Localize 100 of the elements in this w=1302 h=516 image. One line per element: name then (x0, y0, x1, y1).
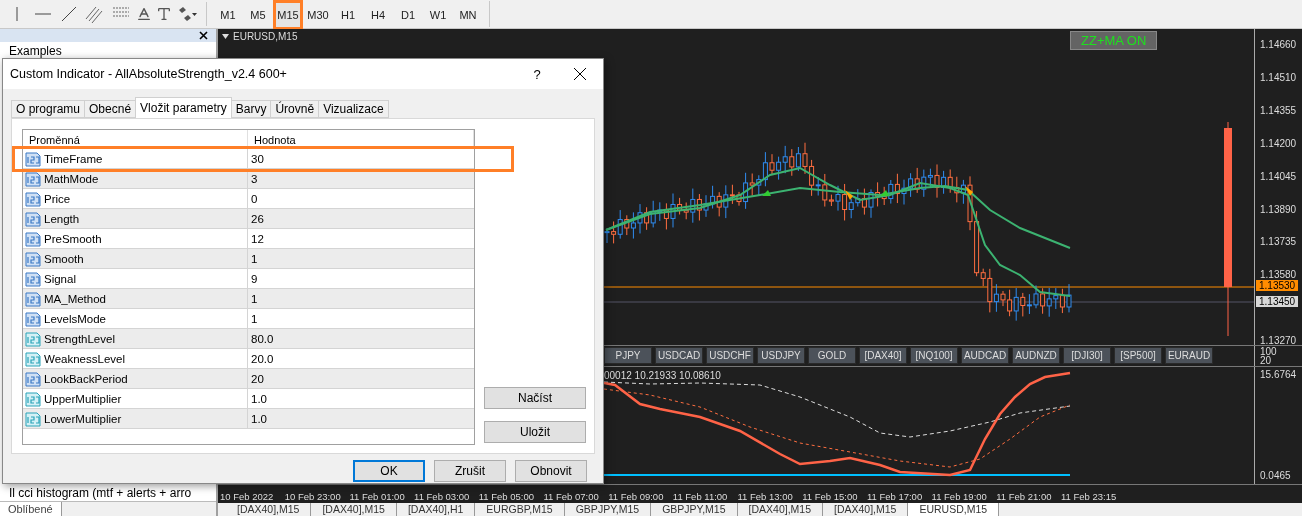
fraction-icon (25, 330, 41, 347)
chart-title: EURUSD,M15 (233, 31, 298, 42)
table-cell[interactable]: 1 (248, 289, 474, 308)
chart-tab[interactable]: GBPJPY,M15 (651, 503, 738, 516)
symbol-button[interactable]: [DJI30] (1063, 347, 1111, 364)
symbol-button[interactable]: USDJPY (757, 347, 805, 364)
indicator-tick: 15.6764 (1260, 369, 1297, 380)
chart-tab[interactable]: EURGBP,M15 (475, 503, 565, 516)
table-row[interactable]: TimeFrame 30 (23, 149, 474, 169)
table-cell[interactable]: 1.0 (248, 409, 474, 428)
table-row[interactable]: LevelsMode 1 (23, 309, 474, 329)
symbol-button[interactable]: [NQ100] (910, 347, 958, 364)
table-row[interactable]: Price 0 (23, 189, 474, 209)
integer-icon (25, 170, 41, 187)
navigator-tab[interactable]: Oblíbené (0, 502, 62, 516)
timeframe-button[interactable]: M5 (243, 0, 273, 30)
dialog-tab[interactable]: Vizualizace (318, 100, 389, 118)
integer-icon (25, 230, 41, 247)
integer-icon (25, 190, 41, 207)
chart-tab[interactable]: [DAX40],M15 (226, 503, 312, 516)
symbol-button[interactable]: USDCAD (655, 347, 703, 364)
dialog-tab[interactable]: Vložit parametry (135, 97, 232, 118)
indicator-tick: 0.0465 (1260, 470, 1291, 481)
timeframe-button[interactable]: H1 (333, 0, 363, 30)
status-badge: ZZ+MA ON (1070, 31, 1158, 50)
integer-icon (25, 250, 41, 267)
time-tick: 11 Feb 11:00 (672, 491, 729, 502)
table-cell[interactable]: 3 (248, 169, 474, 188)
timeframe-button[interactable]: D1 (393, 0, 423, 30)
symbol-button[interactable]: USDCHF (706, 347, 754, 364)
dialog-button[interactable]: Uložit (484, 421, 586, 443)
symbol-button[interactable]: [DAX40] (859, 347, 907, 364)
navigator-item[interactable]: Il cci histogram (mtf + alerts + arro (0, 484, 216, 501)
symbol-button[interactable]: [SP500] (1114, 347, 1162, 364)
timeframe-button[interactable]: W1 (423, 0, 453, 30)
dropdown-icon[interactable] (222, 34, 229, 39)
symbol-button[interactable]: AUDNZD (1012, 347, 1060, 364)
table-row[interactable]: PreSmooth 12 (23, 229, 474, 249)
table-row[interactable]: WeaknessLevel 20.0 (23, 349, 474, 369)
time-tick: 11 Feb 07:00 (543, 491, 600, 502)
arrow-icon (762, 190, 771, 196)
time-tick: 11 Feb 13:00 (737, 491, 794, 502)
table-cell[interactable]: 12 (248, 229, 474, 248)
time-tick: 11 Feb 17:00 (866, 491, 924, 502)
chart-tab[interactable]: GBPJPY,M15 (564, 503, 652, 516)
dialog-button[interactable]: OK (353, 460, 425, 482)
dialog-button[interactable]: Načíst (484, 387, 586, 409)
time-tick: 11 Feb 01:00 (349, 491, 406, 502)
dialog-button[interactable]: Zrušit (434, 460, 506, 482)
table-cell[interactable]: 1 (248, 309, 474, 328)
table-cell[interactable]: 20.0 (248, 349, 474, 368)
table-row[interactable]: StrengthLevel 80.0 (23, 329, 474, 349)
help-button[interactable]: ? (517, 59, 557, 89)
text-icon[interactable] (136, 6, 152, 22)
time-tick: 10 Feb 2022 (220, 491, 275, 502)
table-cell[interactable]: 20 (248, 369, 474, 388)
table-cell[interactable]: 9 (248, 269, 474, 288)
chart-tab[interactable]: EURUSD,M15 (908, 503, 1000, 516)
label-icon[interactable] (156, 6, 172, 22)
timeframe-button[interactable]: M1 (213, 0, 243, 30)
table-cell[interactable]: 1 (248, 249, 474, 268)
table-row[interactable]: Length 26 (23, 209, 474, 229)
symbol-button[interactable]: PJPY (604, 347, 652, 364)
table-row[interactable]: LookBackPeriod 20 (23, 369, 474, 389)
chart-tab[interactable]: [DAX40],M15 (311, 503, 397, 516)
symbol-button[interactable]: GOLD (808, 347, 856, 364)
time-tick: 11 Feb 09:00 (608, 491, 665, 502)
table-row[interactable]: MA_Method 1 (23, 289, 474, 309)
table-row[interactable]: Smooth 1 (23, 249, 474, 269)
timeframe-button[interactable]: H4 (363, 0, 393, 30)
chart-tab[interactable]: [DAX40],M15 (737, 503, 823, 516)
table-cell[interactable]: 1.0 (248, 389, 474, 408)
dialog-tab[interactable]: Úrovně (270, 100, 320, 118)
price-tick: 1.13580 (1260, 269, 1297, 281)
timeframe-button[interactable]: M30 (303, 0, 333, 30)
timeframe-button[interactable]: M15 (273, 0, 303, 30)
time-tick: 11 Feb 21:00 (996, 491, 1053, 502)
table-row[interactable]: UpperMultiplier 1.0 (23, 389, 474, 409)
timeframe-button[interactable]: MN (453, 0, 483, 30)
parameter-name: StrengthLevel (44, 332, 115, 345)
dialog-tab[interactable]: Obecné (84, 100, 137, 118)
dialog-tab[interactable]: O programu (11, 100, 86, 118)
parameter-name: WeaknessLevel (44, 352, 125, 365)
table-cell[interactable]: 0 (248, 189, 474, 208)
table-cell[interactable]: 26 (248, 209, 474, 228)
symbol-button[interactable]: EURAUD (1165, 347, 1213, 364)
dialog-tab[interactable]: Barvy (230, 100, 272, 118)
table-row[interactable]: Signal 9 (23, 269, 474, 289)
fraction-icon (25, 390, 41, 407)
price-tag: 1.13530 (1256, 280, 1299, 291)
indicator-values: 00012 10.21933 10.08610 (604, 370, 721, 381)
navigator-item[interactable]: Examples (0, 42, 216, 59)
chart-tab[interactable]: [DAX40],H1 (396, 503, 476, 516)
price-tick: 1.14045 (1260, 170, 1297, 182)
close-icon[interactable] (199, 31, 208, 40)
table-row[interactable]: LowerMultiplier 1.0 (23, 409, 474, 429)
table-cell[interactable]: 80.0 (248, 329, 474, 348)
dialog-button[interactable]: Obnovit (515, 460, 587, 482)
symbol-button[interactable]: AUDCAD (961, 347, 1009, 364)
table-cell[interactable]: 30 (248, 149, 474, 168)
